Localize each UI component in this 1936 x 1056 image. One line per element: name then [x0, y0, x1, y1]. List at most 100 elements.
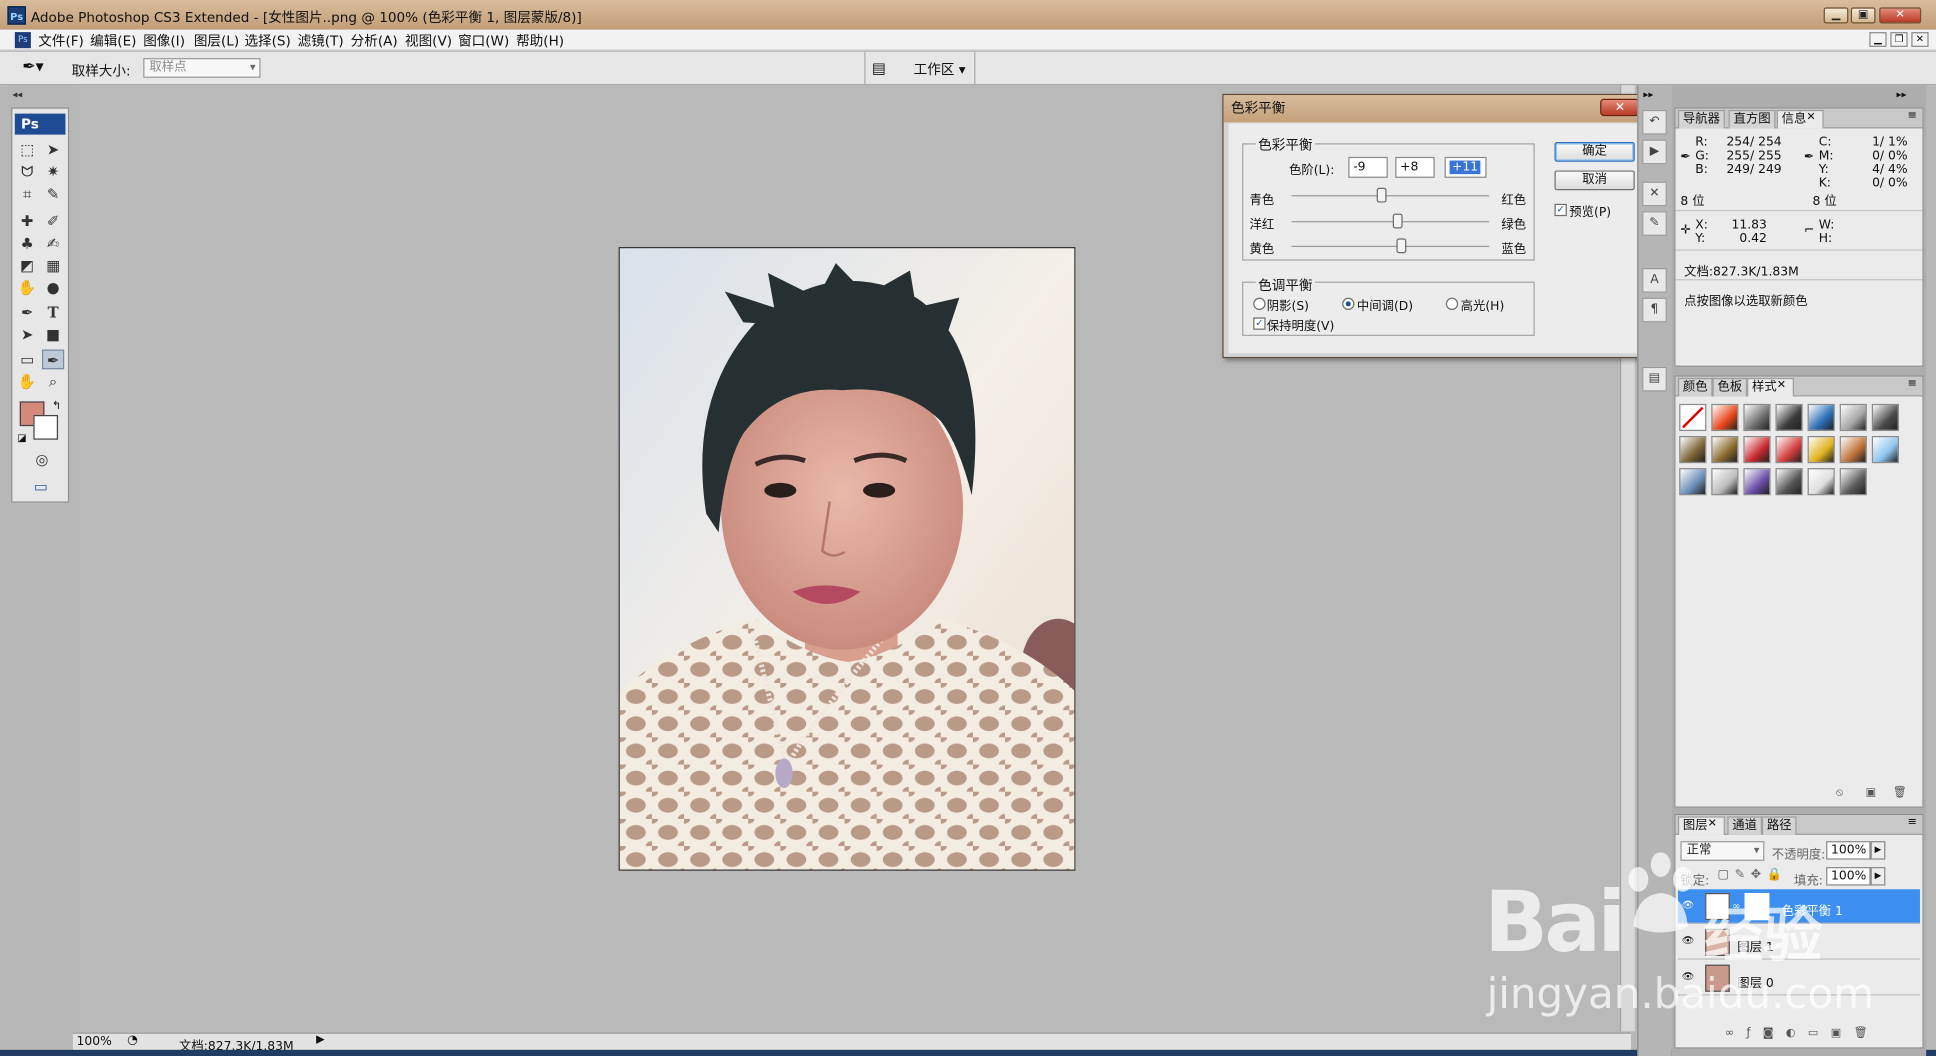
style-swatch[interactable] — [1711, 403, 1739, 432]
style-swatch[interactable] — [1839, 468, 1867, 496]
level-magenta-green-input[interactable]: +8 — [1395, 156, 1435, 178]
style-swatch[interactable] — [1807, 435, 1835, 464]
menu-layer[interactable]: 图层(L) — [194, 31, 239, 51]
tab-close-icon[interactable]: ✕ — [1806, 111, 1815, 123]
level-cyan-red-input[interactable]: -9 — [1348, 156, 1388, 178]
style-swatch[interactable] — [1743, 435, 1771, 464]
notes-tool-icon[interactable]: ▭ — [16, 350, 38, 370]
opacity-slider-arrow-icon[interactable]: ▶ — [1870, 841, 1886, 860]
document-icon[interactable]: Ps — [14, 32, 31, 49]
panel-menu-icon[interactable]: ≡ — [1908, 816, 1917, 828]
minimize-button[interactable]: ▁ — [1823, 7, 1849, 24]
style-swatch[interactable] — [1743, 468, 1771, 496]
new-style-icon[interactable]: ▣ — [1866, 787, 1877, 799]
cyan-red-slider-thumb[interactable] — [1376, 187, 1387, 203]
ok-button[interactable]: 确定 — [1554, 142, 1635, 162]
menu-image[interactable]: 图像(I) — [143, 31, 185, 51]
brush-tool-icon[interactable]: ✐ — [42, 211, 64, 231]
fill-slider-arrow-icon[interactable]: ▶ — [1870, 867, 1886, 886]
fill-input[interactable]: 100% — [1826, 867, 1871, 886]
tab-styles[interactable]: 样式 — [1747, 377, 1795, 397]
tab-paths[interactable]: 路径 — [1761, 816, 1797, 835]
style-swatch[interactable] — [1711, 468, 1739, 496]
menu-window[interactable]: 窗口(W) — [458, 31, 509, 51]
style-swatch[interactable] — [1679, 435, 1707, 464]
swap-colors-icon[interactable]: ↰ — [52, 400, 61, 412]
panel-menu-icon[interactable]: ≡ — [1908, 110, 1917, 122]
history-brush-tool-icon[interactable]: ✍ — [42, 233, 64, 253]
style-swatch[interactable] — [1743, 403, 1771, 432]
level-yellow-blue-input[interactable]: +11 — [1444, 156, 1487, 178]
close-button[interactable]: ✕ — [1879, 7, 1922, 24]
menu-file[interactable]: 文件(F) — [38, 31, 84, 51]
tab-close-icon[interactable]: ✕ — [1777, 379, 1786, 391]
crop-tool-icon[interactable]: ⌗ — [16, 184, 38, 204]
healing-brush-tool-icon[interactable]: ✚ — [16, 211, 38, 231]
workspace-button[interactable]: 工作区 ▾ — [914, 59, 966, 79]
path-selection-tool-icon[interactable]: ➤ — [16, 325, 38, 345]
style-swatch[interactable] — [1807, 468, 1835, 496]
visibility-eye-icon[interactable]: 👁 — [1680, 935, 1695, 947]
default-colors-icon[interactable]: ◪ — [17, 432, 26, 443]
hand-tool-icon[interactable]: ✋ — [16, 372, 38, 392]
collapse-toolbox-icon[interactable]: ◂◂ — [12, 89, 22, 100]
layer-row-color-balance[interactable]: 👁 ∞ 色彩平衡 1 — [1677, 889, 1920, 924]
screen-mode-icon[interactable]: ▭ — [26, 477, 56, 497]
lasso-tool-icon[interactable]: ᗢ — [16, 162, 38, 182]
blur-tool-icon[interactable]: ✋ — [16, 278, 38, 298]
chain-link-icon[interactable]: ∞ — [1732, 900, 1740, 911]
type-tool-icon[interactable]: T — [42, 303, 64, 323]
tab-swatches[interactable]: 色板 — [1712, 377, 1748, 397]
tab-navigator[interactable]: 导航器 — [1677, 109, 1725, 129]
menu-filter[interactable]: 滤镜(T) — [298, 31, 344, 51]
pen-tool-icon[interactable]: ✒ — [16, 303, 38, 323]
eyedropper-tool-preset-icon[interactable]: ✒▾ — [22, 57, 59, 79]
tool-presets-panel-icon[interactable]: ✕ — [1642, 181, 1667, 207]
tab-layers[interactable]: 图层 — [1677, 816, 1725, 835]
trash-icon[interactable]: 🗑 — [1893, 787, 1907, 799]
tab-color[interactable]: 颜色 — [1677, 377, 1713, 397]
lock-image-icon[interactable]: ✎ — [1735, 868, 1745, 882]
dialog-close-button[interactable]: ✕ — [1600, 98, 1640, 117]
visibility-eye-icon[interactable]: 👁 — [1680, 899, 1695, 911]
tab-histogram[interactable]: 直方图 — [1728, 109, 1776, 129]
style-swatch[interactable] — [1679, 403, 1707, 432]
layer-mask-thumb[interactable] — [1744, 892, 1770, 921]
magenta-green-slider-track[interactable] — [1291, 221, 1490, 223]
layers-footer-icons[interactable]: ∞ƒ◙◐▭▣🗑 — [1725, 1028, 1880, 1040]
style-swatch[interactable] — [1775, 403, 1803, 432]
marquee-tool-icon[interactable]: ⬚ — [16, 140, 38, 160]
style-swatch[interactable] — [1775, 468, 1803, 496]
actions-panel-icon[interactable]: ▶ — [1642, 139, 1667, 165]
delete-style-icon[interactable]: ⦸ — [1836, 787, 1843, 799]
zoom-level[interactable]: 100% — [77, 1035, 112, 1049]
sample-size-select[interactable]: 取样点 — [143, 58, 261, 78]
tab-channels[interactable]: 通道 — [1727, 816, 1762, 835]
eraser-tool-icon[interactable]: ◩ — [16, 256, 38, 276]
tab-close-icon[interactable]: ✕ — [1708, 818, 1717, 830]
zoom-tool-icon[interactable]: ⌕ — [42, 372, 64, 392]
lock-all-icon[interactable]: 🔒 — [1767, 868, 1782, 882]
doc-minimize-button[interactable]: ▁ — [1869, 32, 1887, 47]
slice-tool-icon[interactable]: ✎ — [42, 184, 64, 204]
paragraph-panel-icon[interactable]: ¶ — [1642, 297, 1667, 323]
history-panel-icon[interactable]: ↶ — [1642, 109, 1667, 135]
move-tool-icon[interactable]: ➤ — [42, 140, 64, 160]
layer-row-layer0[interactable]: 👁 图层 0 — [1677, 961, 1920, 996]
lock-position-icon[interactable]: ✥ — [1751, 868, 1761, 882]
menu-analysis[interactable]: 分析(A) — [351, 31, 398, 51]
shape-tool-icon[interactable]: ■ — [42, 325, 64, 345]
style-swatch[interactable] — [1679, 468, 1707, 496]
status-menu-arrow-icon[interactable]: ▶ — [316, 1034, 325, 1046]
opacity-input[interactable]: 100% — [1826, 841, 1871, 860]
clone-stamp-tool-icon[interactable]: ♣ — [16, 233, 38, 253]
doc-close-button[interactable]: ✕ — [1911, 32, 1929, 47]
blend-mode-select[interactable]: 正常 — [1680, 841, 1765, 861]
style-swatch[interactable] — [1775, 435, 1803, 464]
magic-wand-tool-icon[interactable]: ✷ — [42, 162, 64, 182]
gradient-tool-icon[interactable]: ▦ — [42, 256, 64, 276]
tone-highlights-radio[interactable] — [1445, 297, 1459, 311]
yellow-blue-slider-track[interactable] — [1291, 245, 1490, 248]
tone-shadows-radio[interactable] — [1253, 297, 1266, 311]
layer-comps-panel-icon[interactable]: ▤ — [1642, 366, 1667, 392]
